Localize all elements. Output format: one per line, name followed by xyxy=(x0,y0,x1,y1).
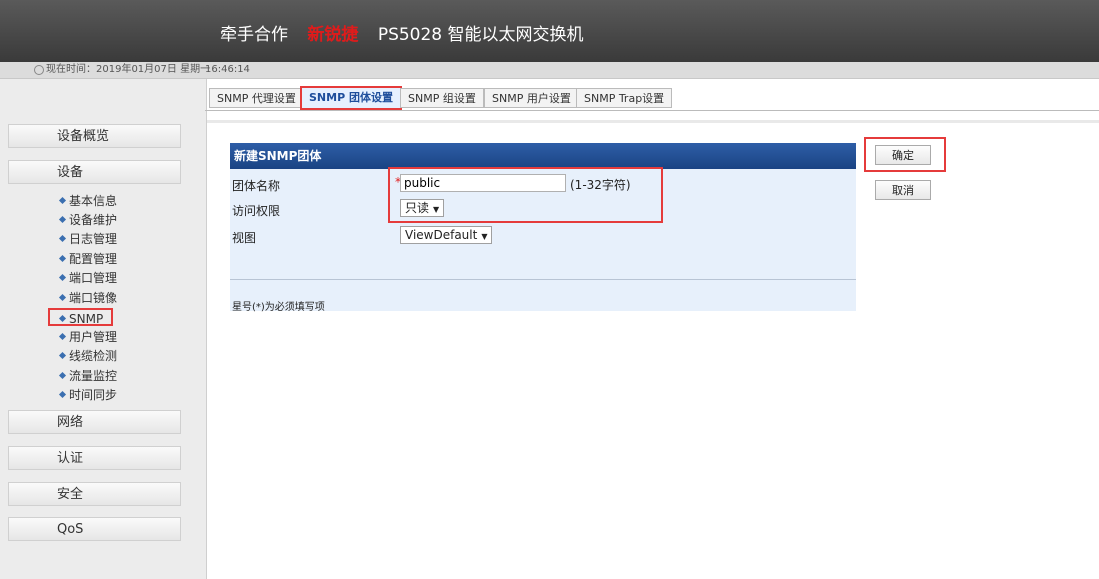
community-name-label: 团体名称 xyxy=(232,179,281,193)
bullet-icon xyxy=(58,273,67,282)
sidebar-item-label: 基本信息 xyxy=(69,194,118,208)
bullet-icon xyxy=(58,254,67,263)
view-select[interactable]: ViewDefault ▼ xyxy=(400,226,493,244)
time-bar: 现在时间：2019年01月07日 星期一 16:46:14 xyxy=(0,62,1099,79)
tab-snmp-group[interactable]: SNMP 组设置 xyxy=(400,88,484,108)
product-title: 牵手合作 新锐捷 PS5028 智能以太网交换机 xyxy=(220,20,584,45)
bullet-icon xyxy=(58,351,67,360)
required-note: 星号(*)为必须填写项 xyxy=(232,302,325,313)
nav-qos[interactable]: QoS xyxy=(8,517,181,541)
sidebar-item-label: 用户管理 xyxy=(69,330,118,344)
nav-security[interactable]: 安全 xyxy=(8,482,181,506)
view-select-value: ViewDefault xyxy=(405,228,478,242)
current-time: 16:46:14 xyxy=(205,64,250,75)
sidebar-item-snmp[interactable]: SNMP xyxy=(48,308,114,326)
product-name: PS5028 智能以太网交换机 xyxy=(377,25,584,45)
nav-device[interactable]: 设备 xyxy=(8,160,181,184)
sidebar-item-log-management[interactable]: 日志管理 xyxy=(58,230,118,248)
brand-name: 新锐捷 xyxy=(307,25,359,45)
sidebar-item-time-sync[interactable]: 时间同步 xyxy=(58,386,118,404)
tab-snmp-community[interactable]: SNMP 团体设置 xyxy=(300,86,402,110)
panel-title: 新建SNMP团体 xyxy=(230,143,856,169)
nav-auth[interactable]: 认证 xyxy=(8,446,181,470)
sidebar-item-device-maintenance[interactable]: 设备维护 xyxy=(58,211,118,229)
sidebar-item-label: 线缆检测 xyxy=(69,349,118,363)
sidebar-item-label: 配置管理 xyxy=(69,252,118,266)
product-prefix: 牵手合作 xyxy=(220,25,288,45)
ok-button[interactable]: 确定 xyxy=(875,145,931,165)
bullet-icon xyxy=(58,196,67,205)
sidebar-item-traffic-monitor[interactable]: 流量监控 xyxy=(58,367,118,385)
tab-divider xyxy=(205,110,1099,111)
sidebar-item-user-management[interactable]: 用户管理 xyxy=(58,328,118,346)
sidebar-item-config-management[interactable]: 配置管理 xyxy=(58,250,118,268)
view-label: 视图 xyxy=(232,231,257,245)
sidebar-item-label: 端口管理 xyxy=(69,271,118,285)
tab-snmp-user[interactable]: SNMP 用户设置 xyxy=(484,88,579,108)
sidebar-item-label: 流量监控 xyxy=(69,369,118,383)
view-row: 视图 ViewDefault ▼ xyxy=(230,225,856,247)
bullet-icon xyxy=(58,332,67,341)
cancel-button[interactable]: 取消 xyxy=(875,180,931,200)
sidebar-item-cable-test[interactable]: 线缆检测 xyxy=(58,347,118,365)
current-date: 现在时间：2019年01月07日 星期一 xyxy=(46,64,211,75)
nav-device-overview[interactable]: 设备概览 xyxy=(8,124,181,148)
nav-network[interactable]: 网络 xyxy=(8,410,181,434)
bullet-icon xyxy=(58,371,67,380)
sidebar-item-label: 设备维护 xyxy=(69,213,118,227)
sidebar-item-label: SNMP xyxy=(69,312,104,326)
bullet-icon xyxy=(58,215,67,224)
sidebar-item-label: 时间同步 xyxy=(69,388,118,402)
sidebar-item-port-mirror[interactable]: 端口镜像 xyxy=(58,289,118,307)
dropdown-arrow-icon: ▼ xyxy=(481,232,488,241)
content-divider xyxy=(207,120,1099,123)
bullet-icon xyxy=(58,314,67,323)
sidebar-item-label: 端口镜像 xyxy=(69,291,118,305)
highlight-box-form xyxy=(388,167,663,223)
tab-snmp-trap[interactable]: SNMP Trap设置 xyxy=(576,88,673,108)
tab-snmp-agent[interactable]: SNMP 代理设置 xyxy=(209,88,304,108)
access-label: 访问权限 xyxy=(232,204,281,218)
bullet-icon xyxy=(58,293,67,302)
sidebar-item-port-management[interactable]: 端口管理 xyxy=(58,269,118,287)
sidebar-item-basic-info[interactable]: 基本信息 xyxy=(58,192,118,210)
panel-divider xyxy=(230,279,856,280)
sidebar: 设备概览 设备 基本信息 设备维护 日志管理 配置管理 端口管理 端口镜像 SN… xyxy=(0,79,207,579)
bullet-icon xyxy=(58,390,67,399)
top-header: 牵手合作 新锐捷 PS5028 智能以太网交换机 xyxy=(0,0,1099,62)
bullet-icon xyxy=(58,234,67,243)
clock-icon xyxy=(34,65,44,75)
sidebar-item-label: 日志管理 xyxy=(69,232,118,246)
